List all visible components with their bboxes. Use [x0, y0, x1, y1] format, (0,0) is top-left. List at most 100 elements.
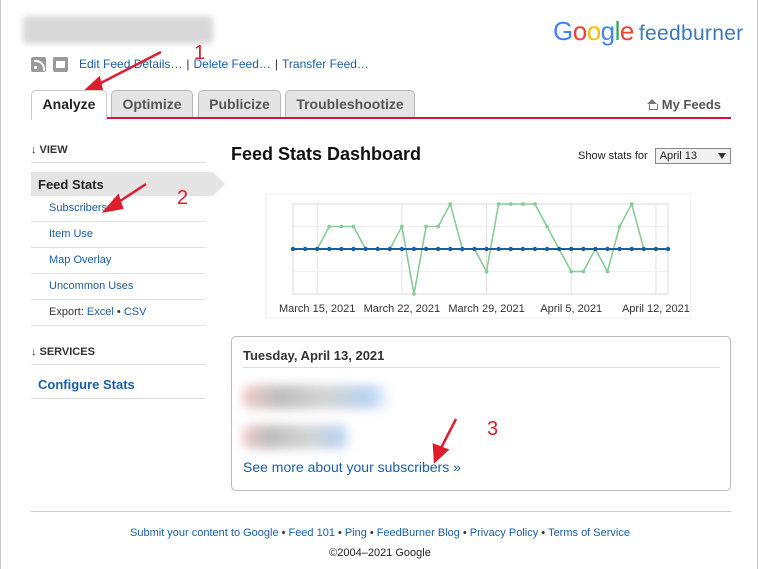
chart-data-point: [412, 292, 416, 296]
chart-data-point: [629, 202, 634, 206]
feed-title-blurred: [23, 16, 213, 44]
daily-summary-box: Tuesday, April 13, 2021 See more about y…: [231, 336, 731, 491]
chart-data-point: [617, 246, 622, 252]
sidebar-item-map-overlay: Map Overlay: [31, 248, 206, 274]
annotation-number-1: 1: [194, 42, 206, 64]
chart-data-point: [496, 246, 501, 252]
feed-stats-chart: March 15, 2021 March 22, 2021 March 29, 20…: [265, 193, 691, 319]
chart-data-point: [629, 246, 634, 252]
footer-divider: [31, 511, 731, 512]
chart-data-point: [641, 246, 647, 252]
export-label: Export:: [49, 306, 84, 318]
chart-data-point: [399, 246, 405, 252]
chart-x-tick-label: March 22, 2021: [364, 303, 440, 315]
chart-data-point: [545, 224, 549, 229]
footer-link-feed101[interactable]: Feed 101: [288, 527, 334, 539]
chart-x-tick-label: April 5, 2021: [540, 303, 602, 315]
chart-data-point: [375, 246, 380, 252]
edit-feed-details-link[interactable]: Edit Feed Details…: [79, 57, 182, 71]
chart-data-point: [533, 202, 537, 206]
chart-data-point: [314, 246, 320, 252]
chart-data-point: [399, 224, 404, 229]
chart-data-point: [484, 269, 489, 274]
footer-bullet: •: [337, 527, 342, 539]
chart-x-tick-label: April 12, 2021: [622, 303, 690, 315]
chart-data-point: [496, 202, 501, 206]
google-feedburner-logo[interactable]: Google feedburner: [553, 16, 743, 47]
show-stats-label: Show stats for: [578, 150, 648, 162]
divider: [243, 367, 720, 368]
item-use-link[interactable]: Item Use: [49, 228, 93, 240]
chart-data-point: [411, 246, 417, 252]
footer-link-terms[interactable]: Terms of Service: [548, 527, 630, 539]
chart-data-point: [544, 246, 550, 252]
chart-data-point: [593, 246, 598, 252]
chart-data-point: [424, 224, 428, 229]
chart-data-point: [472, 246, 477, 252]
chart-data-point: [423, 246, 429, 252]
see-more-subscribers-link[interactable]: See more about your subscribers »: [243, 459, 461, 475]
chart-data-point: [581, 246, 586, 252]
chart-data-point: [581, 269, 586, 274]
transfer-feed-link[interactable]: Transfer Feed…: [282, 57, 369, 71]
logo-letter: e: [619, 16, 634, 46]
uncommon-uses-link[interactable]: Uncommon Uses: [49, 280, 133, 292]
chart-data-point: [653, 246, 659, 252]
footer-link-blog[interactable]: FeedBurner Blog: [377, 527, 460, 539]
current-item-pointer: [213, 172, 225, 196]
export-excel-link[interactable]: Excel: [87, 306, 114, 318]
logo-letter: o: [572, 16, 587, 46]
logo-letter: o: [586, 16, 601, 46]
view-arrow: ↓: [31, 144, 37, 156]
show-stats-control: Show stats for April 13: [578, 148, 731, 164]
chart-x-tick-label: March 29, 2021: [448, 303, 524, 315]
sidebar-current-label: Feed Stats: [38, 177, 104, 192]
chart-data-point: [351, 246, 356, 252]
chart-data-point: [605, 246, 610, 252]
home-icon: [646, 98, 658, 110]
export-csv-link[interactable]: CSV: [124, 306, 147, 318]
footer-link-ping[interactable]: Ping: [345, 527, 367, 539]
date-select[interactable]: April 13: [654, 148, 731, 164]
logo-google-text: Google: [553, 16, 634, 46]
annotation-number-2: 2: [177, 187, 189, 209]
configure-stats-link[interactable]: Configure Stats: [31, 372, 206, 399]
chart-data-point: [520, 202, 525, 206]
footer-link-submit[interactable]: Submit your content to Google: [130, 527, 279, 539]
footer-link-privacy[interactable]: Privacy Policy: [470, 527, 538, 539]
chart-data-point: [508, 202, 513, 206]
services-arrow: ↓: [31, 346, 37, 358]
sidebar-item-feed-stats[interactable]: Feed Stats: [31, 172, 226, 196]
feed-preview-icon[interactable]: [53, 56, 68, 72]
chart-data-point: [617, 224, 622, 229]
tab-publicize[interactable]: Publicize: [198, 90, 281, 117]
copyright: ©2004–2021 Google: [329, 547, 431, 559]
daily-summary-title: Tuesday, April 13, 2021: [243, 348, 385, 363]
subscribers-link[interactable]: Subscribers: [49, 202, 107, 214]
chart-data-point: [508, 246, 513, 252]
tab-optimize[interactable]: Optimize: [111, 90, 193, 117]
tab-troubleshootize[interactable]: Troubleshootize: [285, 90, 415, 117]
view-heading-label: VIEW: [39, 144, 68, 156]
chart-x-tick-label: March 15, 2021: [279, 303, 355, 315]
chart-data-point: [435, 246, 441, 252]
chart-data-point: [569, 269, 574, 274]
separator: |: [274, 57, 279, 71]
footer-bullet: •: [462, 527, 467, 539]
chart-data-point: [520, 246, 526, 252]
chart-data-point: [363, 246, 368, 252]
chart-data-point: [665, 246, 671, 252]
rss-feed-icon[interactable]: [31, 56, 46, 72]
separator: |: [186, 57, 190, 71]
subscriber-row-blurred: [242, 385, 392, 409]
my-feeds-link[interactable]: My Feeds: [646, 97, 721, 112]
chart-data-point: [327, 224, 332, 229]
my-feeds-label: My Feeds: [661, 97, 721, 112]
logo-letter: G: [553, 16, 573, 46]
tab-analyze[interactable]: Analyze: [31, 90, 107, 120]
chart-data-point: [351, 224, 356, 229]
map-overlay-link[interactable]: Map Overlay: [49, 254, 111, 266]
logo-letter: g: [600, 16, 615, 46]
chart-data-point: [339, 246, 344, 252]
chart-data-point: [460, 246, 465, 252]
